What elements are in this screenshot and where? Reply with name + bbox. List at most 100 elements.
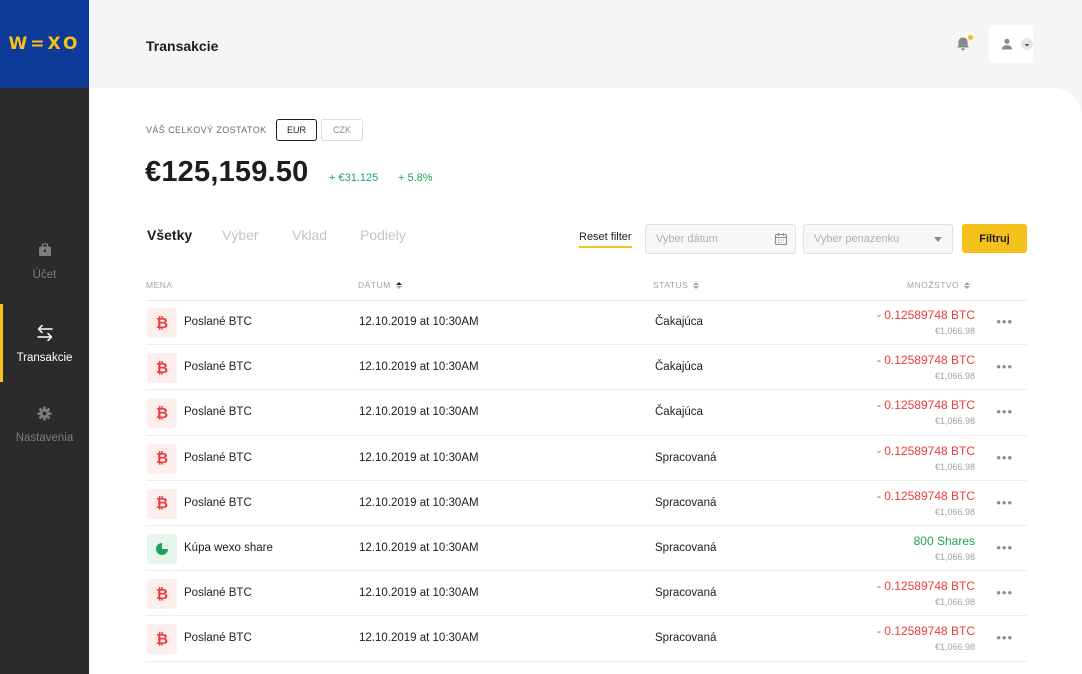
bitcoin-icon: ₿ [147, 443, 177, 474]
wexo-logo: W=XO [8, 34, 81, 54]
column-header-label: STATUS [653, 280, 689, 290]
logo-box[interactable]: W=XO [0, 0, 89, 88]
transaction-name: Poslané BTC [184, 587, 252, 600]
transaction-date: 12.10.2019 at 10:30AM [359, 632, 479, 645]
pie-chart-icon [147, 533, 177, 564]
transaction-amount: 800 Shares [913, 533, 975, 548]
transaction-amount: - 0.12589748 BTC [876, 579, 975, 594]
more-options-icon[interactable]: ••• [996, 540, 1013, 555]
wallet-select-placeholder: Vyber penazenku [814, 233, 900, 245]
transaction-amount: - 0.12589748 BTC [876, 353, 975, 368]
transaction-date: 12.10.2019 at 10:30AM [359, 406, 479, 419]
wallet-select[interactable]: Vyber penazenku [803, 224, 953, 254]
transaction-status: Čakajúca [655, 406, 703, 419]
more-options-icon[interactable]: ••• [996, 314, 1013, 329]
table-row[interactable]: ₿ Poslané BTC 12.10.2019 at 10:30AM Spra… [146, 481, 1027, 526]
column-header-mnozstvo[interactable]: MNOŽSTVO [907, 280, 971, 290]
transaction-date: 12.10.2019 at 10:30AM [359, 541, 479, 554]
more-options-icon[interactable]: ••• [996, 359, 1013, 374]
transaction-status: Spracovaná [655, 632, 717, 645]
sort-icon [693, 281, 700, 289]
reset-filter-link[interactable]: Reset filter [579, 231, 632, 248]
sidebar-item-label: Transakcie [16, 352, 73, 364]
tab-vsetky[interactable]: Všetky [147, 227, 192, 243]
transaction-amount: - 0.12589748 BTC [876, 443, 975, 458]
transaction-status: Spracovaná [655, 541, 717, 554]
more-options-icon[interactable]: ••• [996, 585, 1013, 600]
bitcoin-icon: ₿ [147, 579, 177, 610]
transaction-eur-value: €1,066.98 [934, 416, 975, 427]
table-row[interactable]: Kúpa wexo share 12.10.2019 at 10:30AM Sp… [146, 526, 1027, 572]
transaction-name: Poslané BTC [184, 632, 252, 645]
sidebar-item-nastavenia[interactable]: Nastavenia [0, 384, 89, 462]
transaction-eur-value: €1,066.98 [934, 326, 975, 336]
briefcase-icon [38, 239, 52, 261]
notification-dot [968, 35, 973, 40]
top-header: Transakcie [89, 0, 1082, 88]
transaction-eur-value: €1,066.98 [934, 371, 975, 382]
table-row[interactable]: ₿ Poslané BTC 12.10.2019 at 10:30AM Spra… [146, 571, 1027, 617]
transaction-amount: - 0.12589748 BTC [876, 308, 975, 322]
transaction-eur-value: €1,066.98 [934, 506, 975, 517]
transactions-table: ₿ Poslané BTC 12.10.2019 at 10:30AM Čaka… [146, 300, 1027, 662]
more-options-icon[interactable]: ••• [996, 450, 1013, 465]
column-header-datum[interactable]: DÁTUM [358, 280, 402, 290]
tab-podiely[interactable]: Podiely [360, 227, 406, 243]
chevron-down-icon[interactable] [1021, 38, 1033, 50]
table-row[interactable]: ₿ Poslané BTC 12.10.2019 at 10:30AM Čaka… [146, 390, 1027, 436]
transaction-date: 12.10.2019 at 10:30AM [359, 496, 479, 509]
currency-eur-button[interactable]: EUR [276, 119, 317, 141]
table-row[interactable]: ₿ Poslané BTC 12.10.2019 at 10:30AM Čaka… [146, 300, 1027, 346]
table-row[interactable]: ₿ Poslané BTC 12.10.2019 at 10:30AM Spra… [146, 616, 1027, 662]
column-header-status[interactable]: STATUS [653, 280, 700, 290]
column-header-label: MENA [146, 280, 173, 290]
table-row[interactable]: ₿ Poslané BTC 12.10.2019 at 10:30AM Čaka… [146, 345, 1027, 391]
more-options-icon[interactable]: ••• [996, 630, 1013, 645]
filter-button[interactable]: Filtruj [962, 224, 1027, 253]
arrows-swap-icon [36, 322, 54, 344]
column-header-label: MNOŽSTVO [907, 280, 960, 290]
balance-change-value: + €31.125 [329, 172, 379, 184]
gear-icon [37, 402, 52, 424]
tab-vyber[interactable]: Výber [222, 227, 259, 243]
transaction-date: 12.10.2019 at 10:30AM [359, 451, 479, 464]
transaction-date: 12.10.2019 at 10:30AM [359, 587, 479, 600]
user-icon [1001, 38, 1013, 50]
sidebar-item-transakcie[interactable]: Transakcie [0, 304, 89, 382]
more-options-icon[interactable]: ••• [996, 404, 1013, 419]
transaction-date: 12.10.2019 at 10:30AM [359, 361, 479, 374]
balance-label: VÁŠ CELKOVÝ ZOSTATOK [146, 125, 267, 135]
transaction-status: Čakajúca [655, 316, 703, 328]
sidebar-item-label: Účet [32, 269, 57, 281]
transaction-amount: - 0.12589748 BTC [876, 488, 975, 503]
transaction-status: Čakajúca [655, 361, 703, 374]
balance-change-percent: + 5.8% [398, 172, 433, 184]
calendar-icon[interactable] [774, 232, 788, 246]
currency-czk-button[interactable]: CZK [321, 119, 363, 141]
bitcoin-icon: ₿ [147, 398, 177, 429]
transaction-eur-value: €1,066.98 [934, 461, 975, 472]
sidebar-item-ucet[interactable]: Účet [0, 221, 89, 299]
transaction-amount: - 0.12589748 BTC [876, 624, 975, 639]
sidebar-item-label: Nastavenia [15, 432, 74, 444]
tab-vklad[interactable]: Vklad [292, 227, 327, 243]
bitcoin-icon: ₿ [147, 308, 177, 338]
column-header-label: DÁTUM [358, 280, 391, 290]
transaction-name: Poslané BTC [184, 361, 252, 374]
transaction-eur-value: €1,066.98 [934, 597, 975, 608]
transaction-name: Poslané BTC [184, 406, 252, 419]
main-content: VÁŠ CELKOVÝ ZOSTATOK EUR CZK €125,159.50… [89, 88, 1082, 674]
caret-down-icon [934, 237, 942, 242]
transaction-status: Spracovaná [655, 587, 717, 600]
sort-icon [964, 281, 971, 289]
sort-icon [395, 281, 402, 289]
bitcoin-icon: ₿ [147, 353, 177, 384]
more-options-icon[interactable]: ••• [996, 495, 1013, 510]
transaction-name: Poslané BTC [184, 316, 252, 328]
transaction-eur-value: €1,066.98 [934, 551, 975, 562]
table-row[interactable]: ₿ Poslané BTC 12.10.2019 at 10:30AM Spra… [146, 436, 1027, 481]
transaction-status: Spracovaná [655, 451, 717, 464]
transaction-date: 12.10.2019 at 10:30AM [359, 316, 479, 328]
column-header-mena[interactable]: MENA [146, 280, 173, 290]
transaction-name: Poslané BTC [184, 451, 252, 464]
